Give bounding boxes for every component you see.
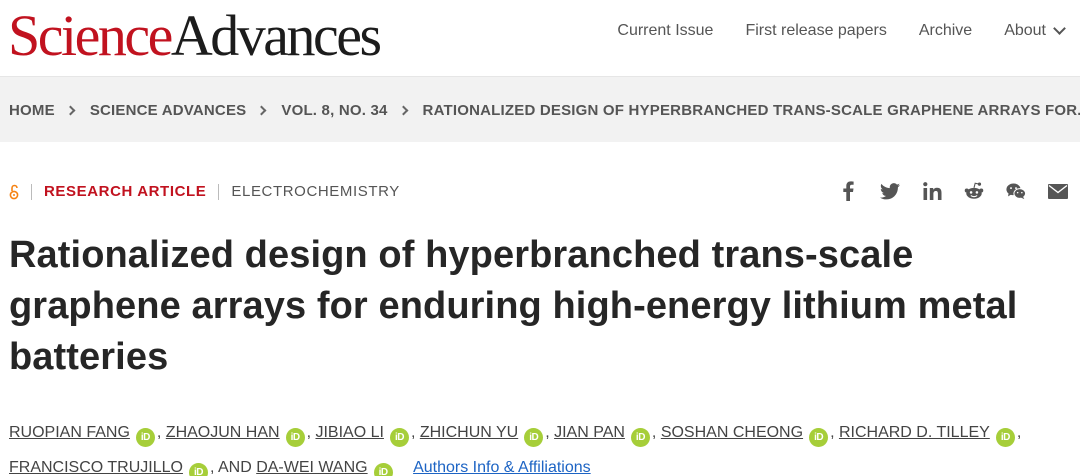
science-advances-logo[interactable]: ScienceAdvances: [8, 3, 382, 68]
chevron-right-icon: [65, 105, 76, 116]
orcid-icon[interactable]: iD: [995, 428, 1015, 447]
orcid-icon[interactable]: iD: [188, 463, 208, 476]
author-name[interactable]: DA-WEI WANG: [256, 459, 367, 476]
breadcrumb-bar: HOME SCIENCE ADVANCES VOL. 8, NO. 34 RAT…: [0, 76, 1080, 142]
nav-current-issue[interactable]: Current Issue: [617, 22, 713, 40]
nav-about[interactable]: About: [1004, 22, 1066, 40]
site-header: ScienceAdvances Current Issue First rele…: [0, 0, 1080, 76]
author-name[interactable]: SOSHAN CHEONG: [661, 424, 803, 441]
chevron-right-icon: [398, 105, 408, 116]
authors-info-affiliations-link[interactable]: Authors Info & Affiliations: [413, 459, 591, 476]
nav-about-label: About: [1004, 22, 1046, 39]
breadcrumb-issue[interactable]: VOL. 8, NO. 34: [281, 102, 387, 119]
orcid-icon[interactable]: iD: [135, 428, 155, 447]
email-icon[interactable]: [1048, 180, 1068, 202]
article-title: Rationalized design of hyperbranched tra…: [9, 234, 1018, 378]
breadcrumb: HOME SCIENCE ADVANCES VOL. 8, NO. 34 RAT…: [9, 102, 1080, 119]
author-name[interactable]: RUOPIAN FANG: [9, 424, 130, 441]
linkedin-icon[interactable]: [922, 180, 942, 202]
orcid-icon[interactable]: iD: [524, 428, 544, 447]
article-subject[interactable]: ELECTROCHEMISTRY: [231, 183, 400, 200]
author-name[interactable]: ZHAOJUN HAN: [166, 424, 280, 441]
orcid-icon[interactable]: iD: [285, 428, 305, 447]
divider: [218, 183, 220, 200]
orcid-icon[interactable]: iD: [389, 428, 409, 447]
facebook-icon[interactable]: [838, 180, 858, 202]
orcid-icon[interactable]: iD: [630, 428, 650, 447]
wechat-icon[interactable]: [1006, 180, 1026, 202]
author-name[interactable]: FRANCISCO TRUJILLO: [9, 459, 183, 476]
breadcrumb-journal[interactable]: SCIENCE ADVANCES: [90, 102, 247, 119]
orcid-icon[interactable]: iD: [809, 428, 829, 447]
chevron-down-icon: [1053, 22, 1066, 35]
orcid-icon[interactable]: iD: [373, 463, 393, 476]
nav-first-release-papers[interactable]: First release papers: [745, 22, 886, 40]
reddit-icon[interactable]: [964, 180, 984, 202]
breadcrumb-home[interactable]: HOME: [9, 102, 55, 119]
logo-advances-text: Advances: [170, 3, 382, 68]
author-name[interactable]: JIAN PAN: [554, 424, 625, 441]
open-access-icon: [9, 184, 19, 200]
article-type: RESEARCH ARTICLE: [44, 183, 207, 200]
share-icons: [838, 180, 1068, 202]
nav-archive[interactable]: Archive: [919, 22, 972, 40]
article-meta-row: RESEARCH ARTICLE ELECTROCHEMISTRY: [9, 183, 400, 200]
author-list: RUOPIAN FANG iD, ZHAOJUN HAN iD, JIBIAO LI…: [9, 415, 1075, 476]
author-joiner: AND: [217, 459, 252, 476]
author-name[interactable]: ZHICHUN YU: [420, 424, 518, 441]
divider: [31, 183, 32, 200]
chevron-right-icon: [256, 105, 267, 116]
author-name[interactable]: JIBIAO LI: [315, 424, 383, 441]
logo-science-text: Science: [8, 3, 173, 68]
breadcrumb-current-article: RATIONALIZED DESIGN OF HYPERBRANCHED TRA…: [422, 102, 1080, 119]
main-nav: Current Issue First release papers Archi…: [617, 22, 1066, 40]
author-name[interactable]: RICHARD D. TILLEY: [839, 424, 990, 441]
twitter-icon[interactable]: [880, 180, 900, 202]
